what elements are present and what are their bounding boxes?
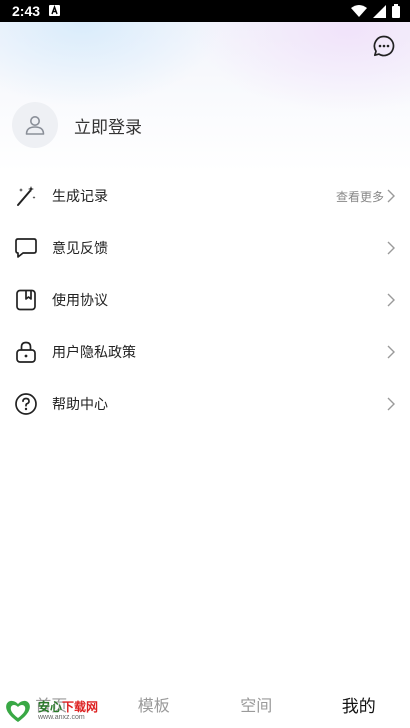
message-dots-icon <box>373 35 395 57</box>
header-background <box>0 22 410 172</box>
profile-login[interactable]: 立即登录 <box>12 102 142 148</box>
battery-icon <box>392 4 400 18</box>
signal-icon <box>373 4 386 18</box>
menu-item-label: 生成记录 <box>52 189 108 205</box>
tab-templates[interactable]: 模板 <box>103 680 206 728</box>
menu-item-privacy-policy[interactable]: 用户隐私政策 <box>0 326 410 378</box>
chevron-right-icon <box>387 345 395 359</box>
question-circle-icon <box>14 392 38 416</box>
login-label[interactable]: 立即登录 <box>74 113 142 138</box>
magic-wand-icon <box>14 184 38 208</box>
tab-space[interactable]: 空间 <box>205 680 308 728</box>
chevron-right-icon <box>387 293 395 307</box>
chevron-right-icon <box>387 241 395 255</box>
watermark-heart-logo <box>6 700 30 722</box>
status-icons <box>351 4 400 18</box>
chevron-right-icon <box>387 397 395 411</box>
menu-item-generation-records[interactable]: 生成记录 查看更多 <box>0 170 410 222</box>
status-time: 2:43 <box>12 3 41 19</box>
tab-mine[interactable]: 我的 <box>308 680 410 728</box>
menu-item-label: 意见反馈 <box>52 241 108 257</box>
watermark-name: 安心下载网 <box>38 700 99 714</box>
menu-item-label: 使用协议 <box>52 293 108 309</box>
status-bar: 2:43 <box>0 0 410 22</box>
bookmark-document-icon <box>14 288 38 312</box>
chat-bubble-icon <box>14 236 38 260</box>
wifi-icon <box>351 4 367 17</box>
view-more-link[interactable]: 查看更多 <box>336 188 384 205</box>
user-icon <box>25 116 45 135</box>
chevron-right-icon <box>387 189 395 203</box>
lock-icon <box>14 340 38 364</box>
watermark-url: www.anxz.com <box>38 714 85 721</box>
menu-item-user-agreement[interactable]: 使用协议 <box>0 274 410 326</box>
menu-item-feedback[interactable]: 意见反馈 <box>0 222 410 274</box>
message-button[interactable] <box>372 34 396 58</box>
menu-item-help-center[interactable]: 帮助中心 <box>0 378 410 430</box>
menu-item-label: 帮助中心 <box>52 397 108 413</box>
notification-a-icon <box>49 5 60 16</box>
settings-menu: 生成记录 查看更多 意见反馈 使用协议 用户隐私政策 帮助中心 <box>0 170 410 430</box>
avatar[interactable] <box>12 102 58 148</box>
menu-item-label: 用户隐私政策 <box>52 345 136 361</box>
watermark: 安心下载网 www.anxz.com <box>4 696 114 726</box>
